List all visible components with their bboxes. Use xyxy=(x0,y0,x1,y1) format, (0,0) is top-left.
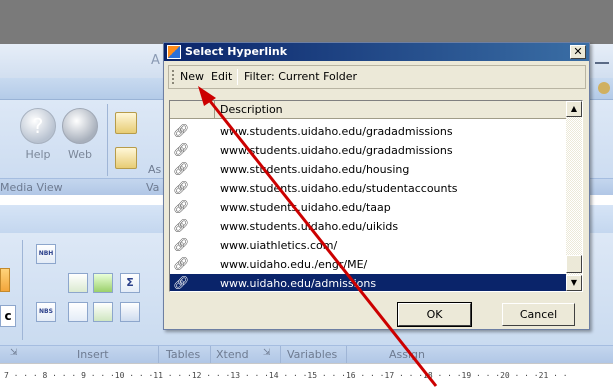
list-item-text: www.students.uidaho.edu/studentaccounts xyxy=(220,182,458,195)
horizontal-ruler: 7 · · · 8 · · · 9 · · ·10 · · ·11 · · ·1… xyxy=(0,363,613,388)
hyperlink-icon: 🔗︎ xyxy=(173,200,190,215)
ribbon-divider xyxy=(107,104,108,176)
media-view-group-label: Media View xyxy=(0,181,63,194)
ribbon-status-icon xyxy=(598,82,610,94)
list-item-selected[interactable]: 🔗︎ www.uidaho.edu/admissions xyxy=(170,274,566,291)
tables-group-label: Tables xyxy=(166,348,201,361)
help-icon: ? xyxy=(20,108,56,144)
variables-group-label: Variables xyxy=(287,348,338,361)
list-item-text: www.uidaho.edu./engr/ME/ xyxy=(220,258,368,271)
icon-column-header[interactable] xyxy=(170,101,215,119)
list-item[interactable]: 🔗︎ www.uiathletics.com/ xyxy=(170,236,566,255)
dialog-toolbar: New Edit Filter: Current Folder xyxy=(168,65,586,89)
toolbar-separator xyxy=(237,69,238,85)
help-button[interactable]: ? Help xyxy=(18,108,58,161)
app-icon xyxy=(167,45,181,59)
list-item-text: www.students.uidaho.edu/gradadmissions xyxy=(220,144,453,157)
sigma-tool-button[interactable]: Σ xyxy=(120,273,140,293)
xtend-group-label: Xtend xyxy=(216,348,249,361)
list-item[interactable]: 🔗︎ www.students.uidaho.edu/gradadmission… xyxy=(170,141,566,160)
list-item-text: www.uidaho.edu/admissions xyxy=(220,277,377,290)
link-tool-button[interactable] xyxy=(68,302,88,322)
as-label: As xyxy=(148,163,162,176)
nbh-tool-button[interactable]: NBH xyxy=(36,244,56,264)
table-tool-button[interactable] xyxy=(120,302,140,322)
hyperlink-icon: 🔗︎ xyxy=(173,257,190,272)
assign-group-label: Assign xyxy=(389,348,425,361)
list-item-text: www.students.uidaho.edu/housing xyxy=(220,163,410,176)
list-item-text: www.students.uidaho.edu/gradadmissions xyxy=(220,125,453,138)
new-button[interactable]: New xyxy=(180,70,204,84)
select-hyperlink-dialog: Select Hyperlink ✕ New Edit Filter: Curr… xyxy=(163,42,590,330)
dialog-title-bar[interactable]: Select Hyperlink ✕ xyxy=(164,43,589,61)
ribbon-divider xyxy=(280,346,281,363)
filter-button[interactable]: Filter: Current Folder xyxy=(244,70,357,84)
edit-button[interactable]: Edit xyxy=(211,70,232,84)
va-group-label: Va xyxy=(146,181,160,194)
ribbon-divider xyxy=(22,240,23,340)
image-tool-button[interactable] xyxy=(93,302,113,322)
variable-icon[interactable] xyxy=(115,112,137,134)
ribbon-divider xyxy=(210,346,211,363)
list-item-text: www.students.uidaho.edu/taap xyxy=(220,201,391,214)
list-item[interactable]: 🔗︎ www.students.uidaho.edu/housing xyxy=(170,160,566,179)
toolbar-grip[interactable] xyxy=(172,70,174,84)
highlight-button[interactable] xyxy=(0,268,10,292)
list-item-text: www.uiathletics.com/ xyxy=(220,239,338,252)
variable-assign-icon[interactable] xyxy=(115,147,137,169)
dialog-title: Select Hyperlink xyxy=(185,45,288,58)
app-title-area xyxy=(0,0,613,44)
ribbon-divider xyxy=(346,346,347,363)
hyperlink-icon: 🔗︎ xyxy=(173,219,190,234)
ribbon-divider xyxy=(158,346,159,363)
help-button-label: Help xyxy=(25,148,51,161)
ribbon-letter: A xyxy=(151,53,160,68)
list-item-text: www.students.uidaho.edu/uikids xyxy=(220,220,399,233)
scroll-down-arrow-icon[interactable]: ▼ xyxy=(566,275,582,291)
xtend-launcher-icon[interactable]: ⇲ xyxy=(263,348,271,358)
list-item[interactable]: 🔗︎ www.uidaho.edu./engr/ME/ xyxy=(170,255,566,274)
ok-button[interactable]: OK xyxy=(397,302,472,327)
cancel-button[interactable]: Cancel xyxy=(502,303,575,326)
list-scrollbar[interactable]: ▲ ▼ xyxy=(566,101,582,291)
list-item[interactable]: 🔗︎ www.students.uidaho.edu/taap xyxy=(170,198,566,217)
web-icon xyxy=(62,108,98,144)
hyperlink-icon: 🔗︎ xyxy=(173,143,190,158)
hyperlink-icon: 🔗︎ xyxy=(173,238,190,253)
hyperlink-icon: 🔗︎ xyxy=(173,181,190,196)
nbs-tool-button[interactable]: NBS xyxy=(36,302,56,322)
hyperlink-list[interactable]: Description 🔗︎ www.students.uidaho.edu/g… xyxy=(169,100,583,292)
web-button-label: Web xyxy=(68,148,92,161)
hyperlink-icon: 🔗︎ xyxy=(173,124,190,139)
list-item[interactable]: 🔗︎ www.students.uidaho.edu/studentaccoun… xyxy=(170,179,566,198)
close-button[interactable]: ✕ xyxy=(570,45,586,59)
puzzle-tool-button[interactable] xyxy=(93,273,113,293)
web-button[interactable]: Web xyxy=(62,108,98,161)
description-column-header[interactable]: Description xyxy=(220,103,283,116)
ribbon-lower-label-bar: ⇲ Insert Tables Xtend ⇲ Variables Assign xyxy=(0,345,613,363)
list-item[interactable]: 🔗︎ www.students.uidaho.edu/uikids xyxy=(170,217,566,236)
dialog-launcher-icon[interactable]: ⇲ xyxy=(10,348,18,358)
scrollbar-thumb[interactable] xyxy=(566,255,582,273)
hyperlink-icon: 🔗︎ xyxy=(173,276,190,291)
minimize-icon[interactable] xyxy=(595,54,609,64)
list-item[interactable]: 🔗︎ www.students.uidaho.edu/gradadmission… xyxy=(170,122,566,141)
list-column-header[interactable]: Description xyxy=(170,101,566,119)
insert-group-label: Insert xyxy=(77,348,109,361)
chart-tool-button[interactable] xyxy=(68,273,88,293)
scroll-up-arrow-icon[interactable]: ▲ xyxy=(566,101,582,117)
hyperlink-icon: 🔗︎ xyxy=(173,162,190,177)
c-tool-button[interactable]: c xyxy=(0,305,16,327)
